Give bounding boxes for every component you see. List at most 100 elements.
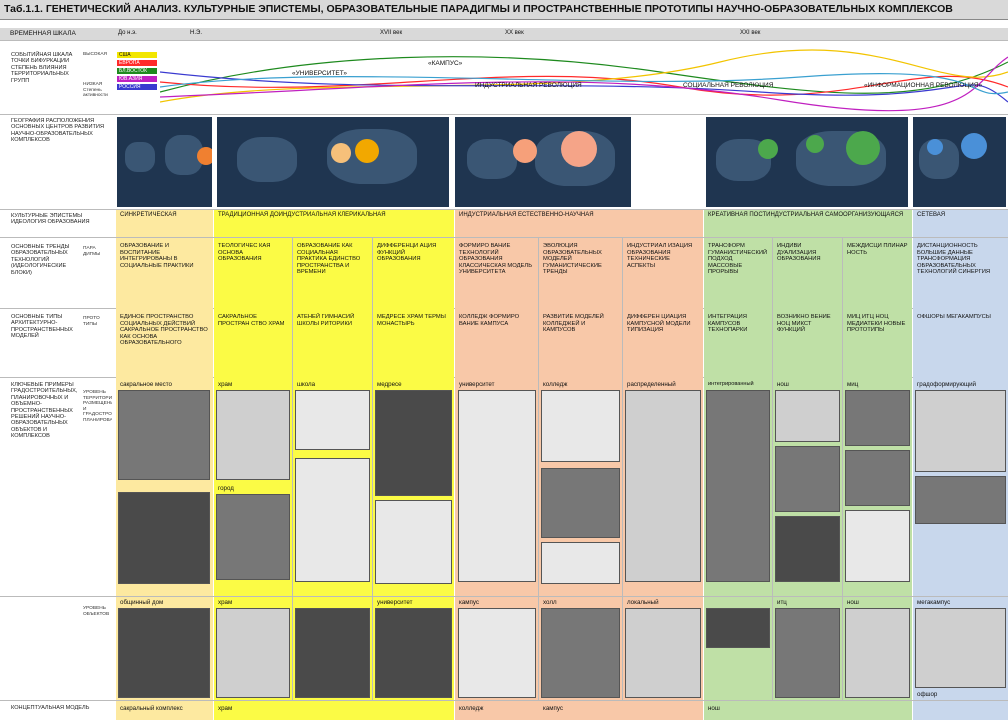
example-image (541, 390, 620, 462)
column-divider (292, 238, 293, 700)
object-image (375, 608, 452, 698)
world-map (706, 117, 908, 207)
episteme-creative: КРЕАТИВНАЯ ПОСТИНДУСТРИАЛЬНАЯ САМООРГАНИ… (704, 210, 912, 237)
example-image (775, 390, 840, 442)
trend-cell: ФОРМИРО ВАНИЕ ТЕХНОЛОГИЙ ОБРАЗОВАНИЯ КЛА… (459, 243, 533, 276)
object-image (915, 608, 1006, 688)
center-dot (331, 143, 351, 163)
world-map (455, 117, 631, 207)
prototype-cell: ЕДИНОЕ ПРОСТРАНСТВО СОЦИАЛЬНЫХ ДЕЙСТВИЙ … (120, 314, 208, 347)
center-dot (197, 147, 212, 165)
object-image (845, 608, 910, 698)
episteme-syncretic: СИНКРЕТИЧЕСКАЯ (116, 210, 213, 237)
example-image (706, 390, 770, 582)
event-label-university: «УНИВЕРСИТЕТ» (292, 70, 348, 77)
timescale-mark: XX век (505, 30, 524, 36)
example-image (915, 476, 1006, 524)
column-divider (772, 238, 773, 700)
timescale-mark: XXI век (740, 30, 761, 36)
concept-cell: храм (218, 705, 233, 712)
timescale-bar: ВРЕМЕННАЯ ШКАЛА До н.э. Н.Э. XVII век XX… (0, 28, 1008, 40)
timescale-mark: Н.Э. (190, 30, 202, 36)
example-caption: нош (777, 381, 789, 388)
row-sublabel-paradigms: ПАРА ДИГМЫ (83, 246, 101, 257)
world-map (217, 117, 449, 207)
object-image (216, 608, 290, 698)
center-dot (561, 131, 597, 167)
trend-cell: МЕЖДИСЦИ ПЛИНАР НОСТЬ (847, 243, 908, 256)
example-caption: храм (218, 381, 233, 388)
object-caption: нош (847, 599, 859, 606)
row-label-trends: ОСНОВНЫЕ ТРЕНДЫ ОБРАЗОВАТЕЛЬНЫХ ТЕХНОЛОГ… (11, 244, 70, 276)
row-sublabel-prototypes: ПРОТО ТИПЫ (83, 316, 100, 327)
example-image (295, 390, 370, 450)
column-divider (538, 238, 539, 700)
example-image (845, 390, 910, 446)
concept-cell: кампус (543, 705, 564, 712)
column-bg (913, 701, 1008, 720)
trend-cell: ИНДИВИ ДУАЛИЗАЦИЯ ОБРАЗОВАНИЯ (777, 243, 821, 263)
region-legend: США ЕВРОПА БЛ.ВОСТОК ЮВ.АЗИЯ РОССИЯ (117, 52, 157, 108)
object-caption: храм (218, 599, 233, 606)
trend-cell: ТЕОЛОГИЧЕС КАЯ ОСНОВА ОБРАЗОВАНИЯ (218, 243, 271, 263)
object-image (706, 608, 770, 648)
example-image (295, 458, 370, 582)
prototype-cell: МЕДРЕСЕ ХРАМ ТЕРМЫ МОНАСТЫРЬ (377, 314, 446, 327)
prototype-cell: РАЗВИТИЕ МОДЕЛЕЙ КОЛЛЕДЖЕЙ И КАМПУСОВ (543, 314, 604, 334)
prototype-cell: КОЛЛЕДЖ ФОРМИРО ВАНИЕ КАМПУСА (459, 314, 520, 327)
concept-cell: нош (708, 705, 720, 712)
example-caption: университет (459, 381, 495, 388)
example-image (625, 390, 701, 582)
example-caption: распределенный (627, 381, 676, 388)
example-image (541, 542, 620, 584)
example-image (845, 510, 910, 582)
prototype-cell: ИНТЕГРАЦИЯ КАМПУСОВ ТЕХНОПАРКИ (708, 314, 748, 334)
object-caption: холл (543, 599, 557, 606)
prototype-cell: АТЕНЕЙ ГИМНАСИЙ ШКОЛЫ РИТОРИКИ (297, 314, 355, 327)
episteme-traditional: ТРАДИЦИОННАЯ ДОИНДУСТРИАЛЬНАЯ КЛЕРИКАЛЬН… (214, 210, 454, 237)
example-image (775, 516, 840, 582)
prototype-cell: САКРАЛЬНОЕ ПРОСТРАН СТВО ХРАМ (218, 314, 285, 327)
row-label-concept: КОНЦЕПТУАЛЬНАЯ МОДЕЛЬ (11, 705, 90, 711)
center-dot (355, 139, 379, 163)
example-caption: миц (847, 381, 859, 388)
grid-line (0, 596, 1008, 597)
example-image (458, 390, 536, 582)
object-image (295, 608, 370, 698)
row-label-geo: ГЕОГРАФИЯ РАСПОЛОЖЕНИЯ ОСНОВНЫХ ЦЕНТРОВ … (11, 118, 104, 144)
episteme-network: СЕТЕВАЯ (913, 210, 1008, 237)
object-image (541, 608, 620, 698)
object-caption: итц (777, 599, 787, 606)
center-dot (927, 139, 943, 155)
object-caption: локальный (627, 599, 659, 606)
object-caption: офшор (917, 691, 938, 698)
trend-cell: ЭВОЛЮЦИЯ ОБРАЗОВАТЕЛЬНЫХ МОДЕЛЕЙ ГУМАНИС… (543, 243, 602, 276)
example-caption: градоформирующий (917, 381, 976, 388)
example-image (845, 450, 910, 506)
grid-line (0, 40, 1008, 41)
legend-russia: РОССИЯ (117, 84, 157, 90)
prototype-cell: МИЦ ИТЦ НОЦ МЕДИАТЕКИ НОВЫЕ ПРОТОТИПЫ (847, 314, 906, 334)
prototype-cell: ДИФФЕРЕН ЦИАЦИЯ КАМПУСНОЙ МОДЕЛИ ТИПИЗАЦ… (627, 314, 691, 334)
row-sublabel-objects: УРОВЕНЬ ОБЪЕКТОВ (83, 606, 110, 617)
trend-cell: ТРАНСФОРМ ГУМАНИСТИЧЕСКИЙ ПОДХОД МАССОВЫ… (708, 243, 768, 276)
timescale-mark: XVII век (380, 30, 403, 36)
row-sublabel-low: НИЗКАЯ Степень активности (83, 82, 108, 99)
timescale-mark: До н.э. (118, 30, 137, 36)
example-image (775, 446, 840, 512)
legend-europe: ЕВРОПА (117, 60, 157, 66)
event-label-social: СОЦИАЛЬНАЯ РЕВОЛЮЦИЯ (683, 82, 774, 89)
trend-cell: ДИФФЕРЕНЦИ АЦИЯ ФУНКЦИЙ ОБРАЗОВАНИЯ (377, 243, 437, 263)
center-dot (846, 131, 880, 165)
example-image (216, 390, 290, 480)
world-map (117, 117, 212, 207)
concept-cell: колледж (459, 705, 484, 712)
event-label-info: «ИНФОРМАЦИОННАЯ РЕВОЛЮЦИЯ» (864, 82, 983, 89)
center-dot (513, 139, 537, 163)
object-caption: общинный дом (120, 599, 164, 606)
row-label-examples: КЛЮЧЕВЫЕ ПРИМЕРЫ ГРАДОСТРОИТЕЛЬНЫХ, ПЛАН… (11, 382, 78, 440)
center-dot (806, 135, 824, 153)
legend-usa: США (117, 52, 157, 58)
example-caption: город (218, 485, 234, 492)
object-caption: университет (377, 599, 413, 606)
